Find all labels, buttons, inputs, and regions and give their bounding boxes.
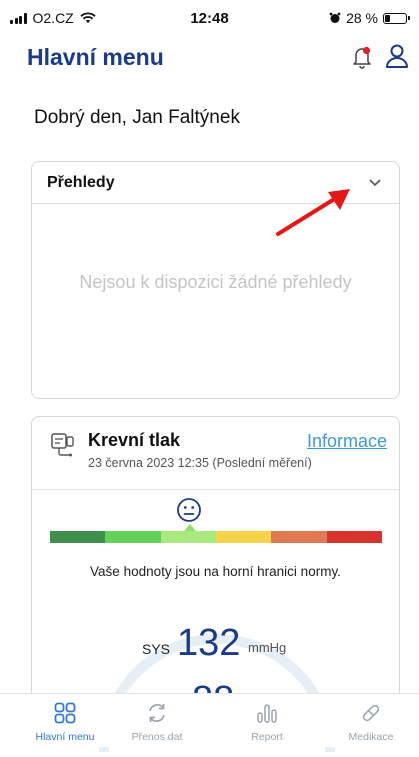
scale-segment: [215, 531, 272, 543]
report-icon: [257, 704, 277, 723]
battery-group: 28 %: [329, 10, 410, 26]
scale-segment: [160, 531, 216, 543]
divider: [32, 489, 399, 490]
nav-label: Report: [251, 731, 283, 743]
sys-label: SYS: [142, 641, 171, 657]
nav-item-report[interactable]: Report: [222, 694, 312, 745]
greeting: Dobrý den, Jan Faltýnek: [34, 107, 240, 128]
grid-icon: [54, 702, 76, 724]
overview-empty-text: Nejsou k dispozici žádné přehledy: [79, 272, 352, 292]
overview-title: Přehledy: [47, 174, 115, 191]
information-link[interactable]: Informace: [307, 431, 387, 452]
scale-segment: [105, 531, 161, 543]
bottom-navigation: Hlavní menu Přenos dat Report Medikace: [0, 693, 419, 747]
blood-pressure-timestamp: 23 června 2023 12:35 (Poslední měření): [88, 456, 312, 470]
profile-icon[interactable]: [385, 43, 409, 69]
blood-pressure-message: Vaše hodnoty jsou na horní hranici normy…: [90, 564, 341, 579]
blood-pressure-card[interactable]: Krevní tlak 23 června 2023 12:35 (Posled…: [31, 416, 400, 753]
nav-label: Medikace: [348, 731, 394, 743]
chevron-down-icon[interactable]: [368, 175, 382, 189]
status-bar: O2.CZ 12:48 28 %: [0, 0, 419, 34]
alarm-icon: [329, 12, 341, 23]
scale-pointer: [184, 524, 196, 531]
battery-percent: 28 %: [346, 10, 378, 26]
nav-item-data-transfer[interactable]: Přenos dat: [112, 694, 202, 745]
scale-segment: [50, 531, 106, 543]
nav-label: Hlavní menu: [35, 731, 95, 743]
scale-segment: [271, 531, 327, 543]
pressure-scale: [50, 531, 382, 543]
scale-segment: [326, 531, 382, 543]
nav-label: Přenos dat: [131, 731, 183, 743]
battery-icon: [383, 12, 410, 24]
pill-icon: [362, 704, 380, 722]
nav-item-home[interactable]: Hlavní menu: [20, 694, 110, 745]
blood-pressure-title: Krevní tlak: [88, 430, 181, 450]
sys-value: 132: [177, 622, 241, 664]
sys-unit: mmHg: [248, 640, 287, 655]
annotation-arrow-icon: [276, 189, 350, 236]
bell-icon[interactable]: [351, 45, 373, 69]
nav-item-medication[interactable]: Medikace: [326, 694, 416, 745]
blood-pressure-monitor-icon: [51, 433, 74, 457]
sync-icon: [149, 704, 165, 722]
neutral-face-icon: [177, 498, 201, 522]
page-title: Hlavní menu: [27, 44, 164, 70]
